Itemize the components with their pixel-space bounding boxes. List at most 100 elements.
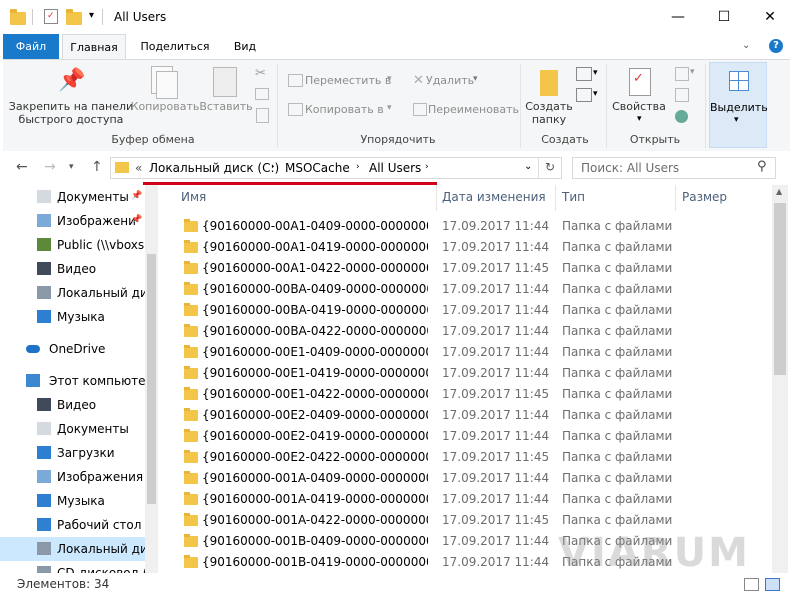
- address-overflow[interactable]: «: [135, 161, 142, 175]
- new-folder-button[interactable]: Создать папку: [523, 100, 575, 126]
- new-folder-quick-icon[interactable]: [66, 9, 82, 25]
- folder-icon: [184, 261, 198, 274]
- sidebar-item[interactable]: Изображени 📌: [0, 209, 145, 233]
- sidebar-item[interactable]: Рабочий стол: [0, 513, 145, 537]
- table-row[interactable]: {90160000-00E1-0422-0000-0000000FF1C... 1…: [160, 384, 772, 405]
- desktop-icon: [37, 518, 51, 531]
- copy-to-dropdown-icon[interactable]: ▾: [387, 103, 392, 113]
- properties-quick-icon[interactable]: ✓: [44, 9, 58, 24]
- copy-button[interactable]: Копировать: [130, 100, 200, 113]
- sidebar-item[interactable]: Этот компьютер: [0, 369, 153, 393]
- move-to-button[interactable]: Переместить в: [305, 74, 391, 87]
- sidebar-item[interactable]: Загрузки: [0, 441, 145, 465]
- move-to-dropdown-icon[interactable]: ▾: [387, 74, 392, 84]
- new-item-icon[interactable]: [576, 67, 592, 81]
- pin-quick-access-button[interactable]: Закрепить на панели быстрого доступа: [7, 100, 135, 126]
- easy-access-icon[interactable]: [576, 88, 592, 102]
- sidebar-item[interactable]: Документы 📌: [0, 185, 145, 209]
- delete-dropdown-icon[interactable]: ▾: [473, 74, 478, 84]
- address-bar[interactable]: « Локальный диск (C:) › MSOCache › All U…: [110, 157, 562, 179]
- open-dropdown-icon[interactable]: ▾: [690, 67, 695, 77]
- search-input[interactable]: Поиск: All Users: [581, 161, 679, 175]
- sidebar-item[interactable]: Локальный дис: [0, 537, 154, 561]
- paste-shortcut-icon[interactable]: [256, 108, 269, 123]
- minimize-button[interactable]: —: [655, 0, 701, 34]
- sidebar-item[interactable]: Музыка: [0, 305, 145, 329]
- select-button[interactable]: Выделить ▾: [709, 62, 768, 148]
- file-type: Папка с файлами: [562, 429, 673, 443]
- table-row[interactable]: {90160000-001A-0409-0000-0000000FF1C... 1…: [160, 468, 772, 489]
- new-item-dropdown-icon[interactable]: ▾: [593, 68, 598, 78]
- table-row[interactable]: {90160000-00A1-0422-0000-0000000FF1C... 1…: [160, 258, 772, 279]
- customize-quick-access-icon[interactable]: ▾: [89, 10, 94, 21]
- table-row[interactable]: {90160000-00A1-0409-0000-0000000FF1C... 1…: [160, 216, 772, 237]
- properties-button[interactable]: Свойства: [611, 100, 667, 113]
- properties-dropdown-icon[interactable]: ▾: [637, 114, 642, 124]
- breadcrumb-msocache[interactable]: MSOCache: [285, 161, 350, 175]
- help-icon[interactable]: ?: [769, 39, 783, 53]
- sidebar-item[interactable]: Public (\\vboxsr: [0, 233, 149, 257]
- sidebar-item[interactable]: Видео: [0, 393, 145, 417]
- paste-button[interactable]: Вставить: [198, 100, 254, 113]
- table-row[interactable]: {90160000-00BA-0409-0000-0000000FF1C... 1…: [160, 279, 772, 300]
- easy-access-dropdown-icon[interactable]: ▾: [593, 89, 598, 99]
- table-row[interactable]: {90160000-00E2-0409-0000-0000000FF1C... 1…: [160, 405, 772, 426]
- sidebar-item[interactable]: OneDrive: [0, 337, 145, 361]
- breadcrumb-chevron-icon[interactable]: ›: [425, 162, 429, 172]
- sidebar-scrollbar-thumb[interactable]: [147, 254, 156, 504]
- tab-share[interactable]: Поделиться: [132, 34, 218, 59]
- column-size[interactable]: Размер: [682, 190, 727, 204]
- large-icons-view-icon[interactable]: [765, 578, 780, 591]
- table-row[interactable]: {90160000-00A1-0419-0000-0000000FF1C... 1…: [160, 237, 772, 258]
- details-view-icon[interactable]: [744, 578, 759, 591]
- cut-icon[interactable]: ✂: [255, 66, 266, 81]
- breadcrumb-chevron-icon[interactable]: ›: [356, 162, 360, 172]
- history-icon[interactable]: [675, 110, 688, 123]
- sidebar-item-label: OneDrive: [49, 342, 106, 356]
- column-type[interactable]: Тип: [562, 190, 585, 204]
- recent-locations-icon[interactable]: ▾: [69, 162, 74, 172]
- close-button[interactable]: ✕: [747, 0, 793, 34]
- pictures-icon: [37, 214, 51, 227]
- column-name[interactable]: Имя: [181, 190, 206, 204]
- maximize-button[interactable]: ☐: [701, 0, 747, 34]
- table-row[interactable]: {90160000-00BA-0422-0000-0000000FF1C... 1…: [160, 321, 772, 342]
- breadcrumb-chevron-icon[interactable]: ›: [271, 162, 275, 172]
- delete-button[interactable]: Удалить: [426, 74, 474, 87]
- table-row[interactable]: {90160000-001A-0419-0000-0000000FF1C... 1…: [160, 489, 772, 510]
- breadcrumb-all-users[interactable]: All Users: [369, 161, 421, 175]
- sidebar-item[interactable]: Музыка: [0, 489, 145, 513]
- back-icon[interactable]: ←: [16, 159, 28, 175]
- edit-icon[interactable]: [675, 88, 689, 102]
- sidebar-item[interactable]: CD-дисковод (D: [0, 561, 157, 573]
- table-row[interactable]: {90160000-00E1-0419-0000-0000000FF1C... 1…: [160, 363, 772, 384]
- rename-button[interactable]: Переименовать: [428, 103, 519, 116]
- table-row[interactable]: {90160000-00E2-0422-0000-0000000FF1C... 1…: [160, 447, 772, 468]
- sidebar-item[interactable]: Видео: [0, 257, 145, 281]
- table-row[interactable]: {90160000-00E1-0409-0000-0000000FF1C... 1…: [160, 342, 772, 363]
- table-row[interactable]: {90160000-001A-0422-0000-0000000FF1C... 1…: [160, 510, 772, 531]
- scroll-up-icon[interactable]: ▲: [776, 187, 782, 196]
- refresh-icon[interactable]: ↻: [545, 160, 555, 174]
- tab-file[interactable]: Файл: [3, 34, 59, 59]
- sidebar-item[interactable]: Документы: [0, 417, 145, 441]
- search-box[interactable]: Поиск: All Users ⚲: [572, 157, 776, 179]
- sidebar-item-label: Изображения: [57, 470, 144, 484]
- search-icon[interactable]: ⚲: [757, 159, 767, 174]
- column-date[interactable]: Дата изменения: [442, 190, 546, 204]
- sidebar-item[interactable]: Локальный дис: [0, 281, 154, 305]
- open-icon[interactable]: [675, 67, 689, 81]
- table-row[interactable]: {90160000-00E2-0419-0000-0000000FF1C... 1…: [160, 426, 772, 447]
- table-row[interactable]: {90160000-00BA-0419-0000-0000000FF1C... 1…: [160, 300, 772, 321]
- sidebar-item[interactable]: Изображения: [0, 465, 145, 489]
- list-scrollbar-thumb[interactable]: [774, 203, 786, 375]
- breadcrumb-local-disk[interactable]: Локальный диск (C:): [149, 161, 279, 175]
- tab-home[interactable]: Главная: [62, 34, 126, 59]
- up-icon[interactable]: ↑: [91, 159, 103, 175]
- copy-path-icon[interactable]: [255, 88, 269, 100]
- tab-view[interactable]: Вид: [222, 34, 268, 59]
- address-history-icon[interactable]: ⌄: [524, 161, 532, 172]
- copy-to-button[interactable]: Копировать в: [305, 103, 384, 116]
- forward-icon[interactable]: →: [44, 159, 56, 175]
- collapse-ribbon-icon[interactable]: ⌄: [742, 40, 750, 51]
